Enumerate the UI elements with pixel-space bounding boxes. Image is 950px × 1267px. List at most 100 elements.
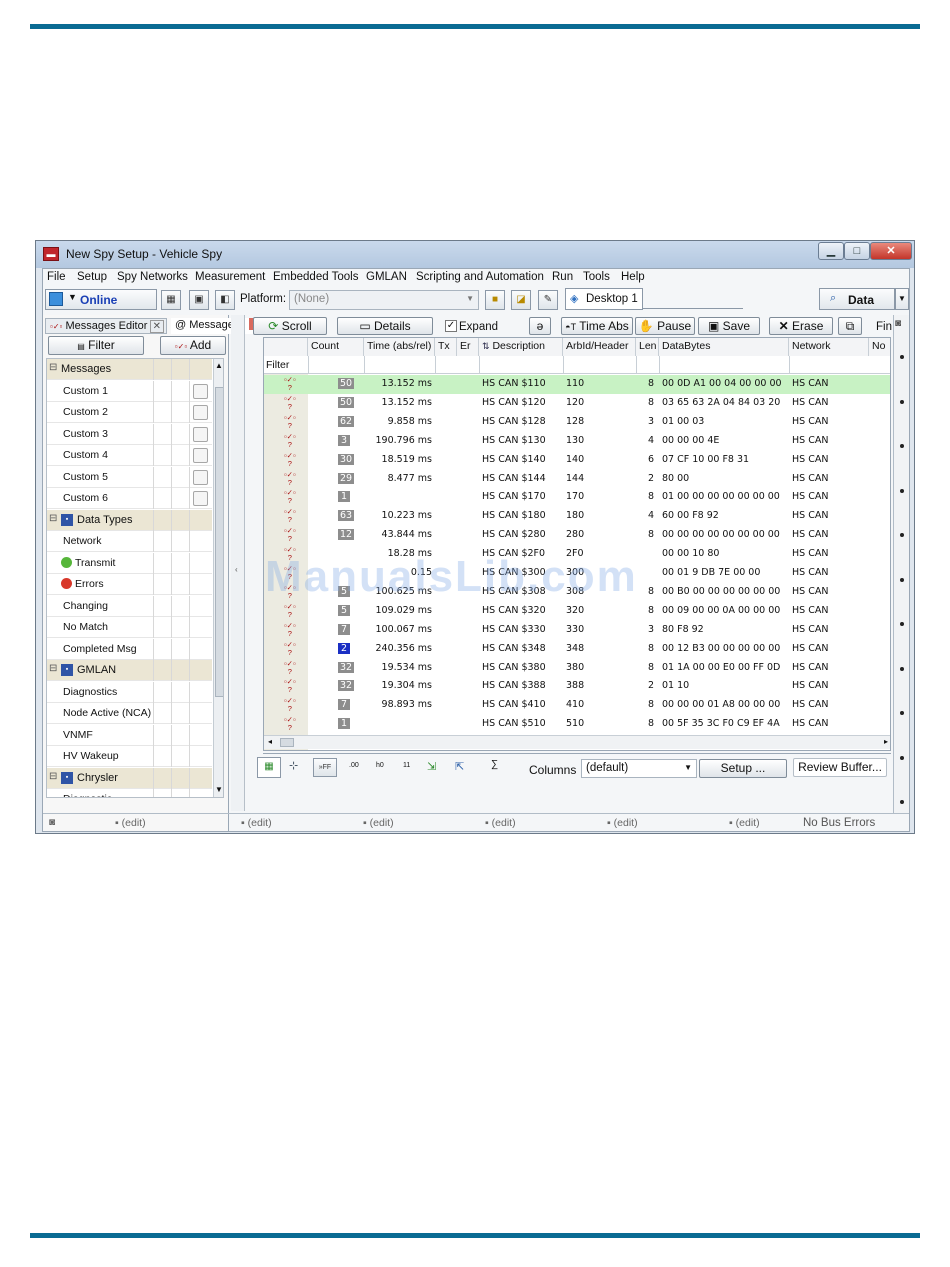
h-scroll-thumb[interactable] [280,738,294,747]
strip-marker[interactable] [900,666,904,671]
tree-item[interactable]: Custom 1 [47,380,212,402]
table-row[interactable]: ▫✓▫? 50 13.152 ms HS CAN $110 110 00 0D A1 00… [264,375,890,394]
export-icon[interactable]: ⇲ [427,760,436,773]
menu-item-setup[interactable]: Setup [77,271,107,283]
add-button[interactable]: ▫✓▫ Add [160,336,226,355]
scroll-right-icon[interactable]: ▸ [884,737,888,746]
table-row[interactable]: ▫✓▫? 50 13.152 ms HS CAN $120 120 03 65 63 2A… [264,394,890,413]
maximize-button[interactable]: □ [844,242,870,260]
filter-checkbox[interactable] [193,469,208,485]
details-button[interactable]: ▭ Details [337,317,433,335]
columns-select[interactable]: (default) ▼ [581,759,697,778]
table-row[interactable]: ▫✓▫? 1 HS CAN $510 510 00 5F 35 3C F0 C9 EF … [264,715,890,734]
strip-marker[interactable] [900,533,904,537]
strip-marker[interactable] [900,355,904,359]
tree-item[interactable]: Custom 6 [47,488,212,509]
platform-select[interactable]: (None) ▼ [289,290,479,310]
filter-checkbox[interactable] [193,405,208,420]
status-edit-6[interactable]: ▪ (edit) [729,817,760,829]
menu-item-spy-networks[interactable]: Spy Networks [117,271,188,283]
camera-icon[interactable]: ◙ [895,318,901,329]
table-row[interactable]: ▫✓▫? 30 18.519 ms HS CAN $140 140 07 CF 10 00… [264,451,890,470]
find-button[interactable]: Fin [876,321,892,333]
files-icon[interactable]: ◪ [511,290,531,310]
sum-icon[interactable]: ∑ [491,759,498,770]
filter-button[interactable]: ▤ Filter [48,336,144,355]
table-row[interactable]: ▫✓▫? 32 19.534 ms HS CAN $380 380 01 1A 00 00… [264,659,890,678]
table-row[interactable]: ▫✓▫? 7 100.067 ms HS CAN $330 330 80 F8 92 HS … [264,621,890,640]
tree-item[interactable]: Changing [47,595,212,617]
table-row[interactable]: ▫✓▫? 12 43.844 ms HS CAN $280 280 00 00 00 00… [264,526,890,545]
review-buffer-button[interactable]: Review Buffer... [793,758,887,777]
filter-checkbox[interactable] [193,448,208,463]
col-header-len[interactable]: Len [636,338,659,356]
windows-button[interactable]: ⧉ [838,317,862,335]
strip-marker[interactable] [900,755,904,760]
format-decimal-icon[interactable]: .00 [349,762,359,769]
menu-item-measurement[interactable]: Measurement [195,271,265,283]
close-button[interactable]: ✕ [870,242,912,260]
setup-button[interactable]: Setup ... [699,759,787,778]
scroll-button[interactable]: ⟳ Scroll [253,317,327,335]
tree-item[interactable]: Completed Msg [47,638,212,660]
data-button[interactable]: ⌕ Data [819,288,895,310]
menu-item-gmlan[interactable]: GMLAN [366,271,407,283]
filter-checkbox[interactable] [193,426,208,442]
save-button[interactable]: ▣ Save [698,317,760,335]
close-tab-icon[interactable]: ✕ [149,320,164,333]
tree-item[interactable]: ⊟ Data Types ▪ [47,509,212,531]
col-header-network[interactable]: Network [789,338,869,356]
erase-button[interactable]: ✕ Erase [769,317,833,335]
filter-checkbox[interactable] [193,491,208,506]
status-edit-3[interactable]: ▪ (edit) [363,817,394,829]
table-row[interactable]: ▫✓▫? 32 19.304 ms HS CAN $388 388 01 10 HS CAN… [264,677,890,696]
table-row[interactable]: ▫✓▫? 29 8.477 ms HS CAN $144 144 80 00 HS CAN 2 [264,470,890,489]
menu-item-help[interactable]: Help [621,271,645,283]
collapse-icon[interactable]: ⊟ [49,771,57,782]
strip-marker[interactable] [900,800,904,804]
status-edit-1[interactable]: ▪ (edit) [115,817,146,829]
col-header-no[interactable]: No [869,338,890,356]
tree-item[interactable]: Custom 2 [47,402,212,423]
scroll-down-icon[interactable]: ▼ [215,785,223,794]
wrench-icon[interactable]: ✎ [538,290,558,310]
collapse-icon[interactable]: ⊟ [49,362,57,373]
menu-item-file[interactable]: File [47,271,66,283]
tree-scroll-thumb[interactable] [215,387,223,697]
tree-item[interactable]: Custom 5 [47,466,212,488]
strip-marker[interactable] [900,711,904,715]
tree-item[interactable]: Network [47,531,212,552]
collapse-icon[interactable]: ⊟ [49,663,57,674]
strip-marker[interactable] [900,399,904,404]
monitor-icon[interactable]: ◧ [215,290,235,310]
tree-item[interactable]: Errors [47,574,212,595]
format-hex-icon[interactable]: h0 [376,762,384,769]
data-dropdown-arrow[interactable]: ▼ [895,288,909,310]
scroll-left-icon[interactable]: ◂ [268,737,272,746]
hardware-icon[interactable]: ▦ [161,290,181,310]
table-row[interactable]: ▫✓▫? 7 98.893 ms HS CAN $410 410 00 00 00 01 … [264,696,890,715]
col-header-er[interactable]: Er [457,338,479,356]
col-header-arbid[interactable]: ArbId/Header [563,338,636,356]
menu-item-tools[interactable]: Tools [583,271,610,283]
tree-item[interactable]: Diagnostic [47,789,212,797]
package-icon[interactable]: ■ [485,290,505,310]
table-row[interactable]: ▫✓▫? 1 HS CAN $170 170 01 00 00 00 00 00 00 … [264,488,890,507]
horizontal-scrollbar[interactable]: ◂ ▸ [264,735,890,749]
scroll-up-icon[interactable]: ▲ [215,361,223,370]
expand-checkbox[interactable]: ✓ [445,320,457,332]
tree-item[interactable]: ⊟ Chrysler ▪ [47,767,212,789]
col-header-tx[interactable]: Tx [435,338,457,356]
tab-messages-editor[interactable]: ▫✓▫ Messages Editor ✕ [45,318,167,334]
view-grid-icon[interactable]: ▦ [257,757,281,778]
strip-marker[interactable] [900,622,904,626]
menu-item-embedded-tools[interactable]: Embedded Tools [273,271,358,283]
col-header-time[interactable]: Time (abs/rel) [364,338,435,356]
table-row[interactable]: ▫✓▫? 63 10.223 ms HS CAN $180 180 60 00 F8 92… [264,507,890,526]
tree-item[interactable]: ⊟ Messages [47,359,212,380]
status-edit-4[interactable]: ▪ (edit) [485,817,516,829]
status-edit-5[interactable]: ▪ (edit) [607,817,638,829]
table-row[interactable]: ▫✓▫? 3 190.796 ms HS CAN $130 130 00 00 00 4E… [264,432,890,451]
tree-item[interactable]: Node Active (NCA) [47,703,212,724]
filter-checkbox[interactable] [193,383,208,399]
